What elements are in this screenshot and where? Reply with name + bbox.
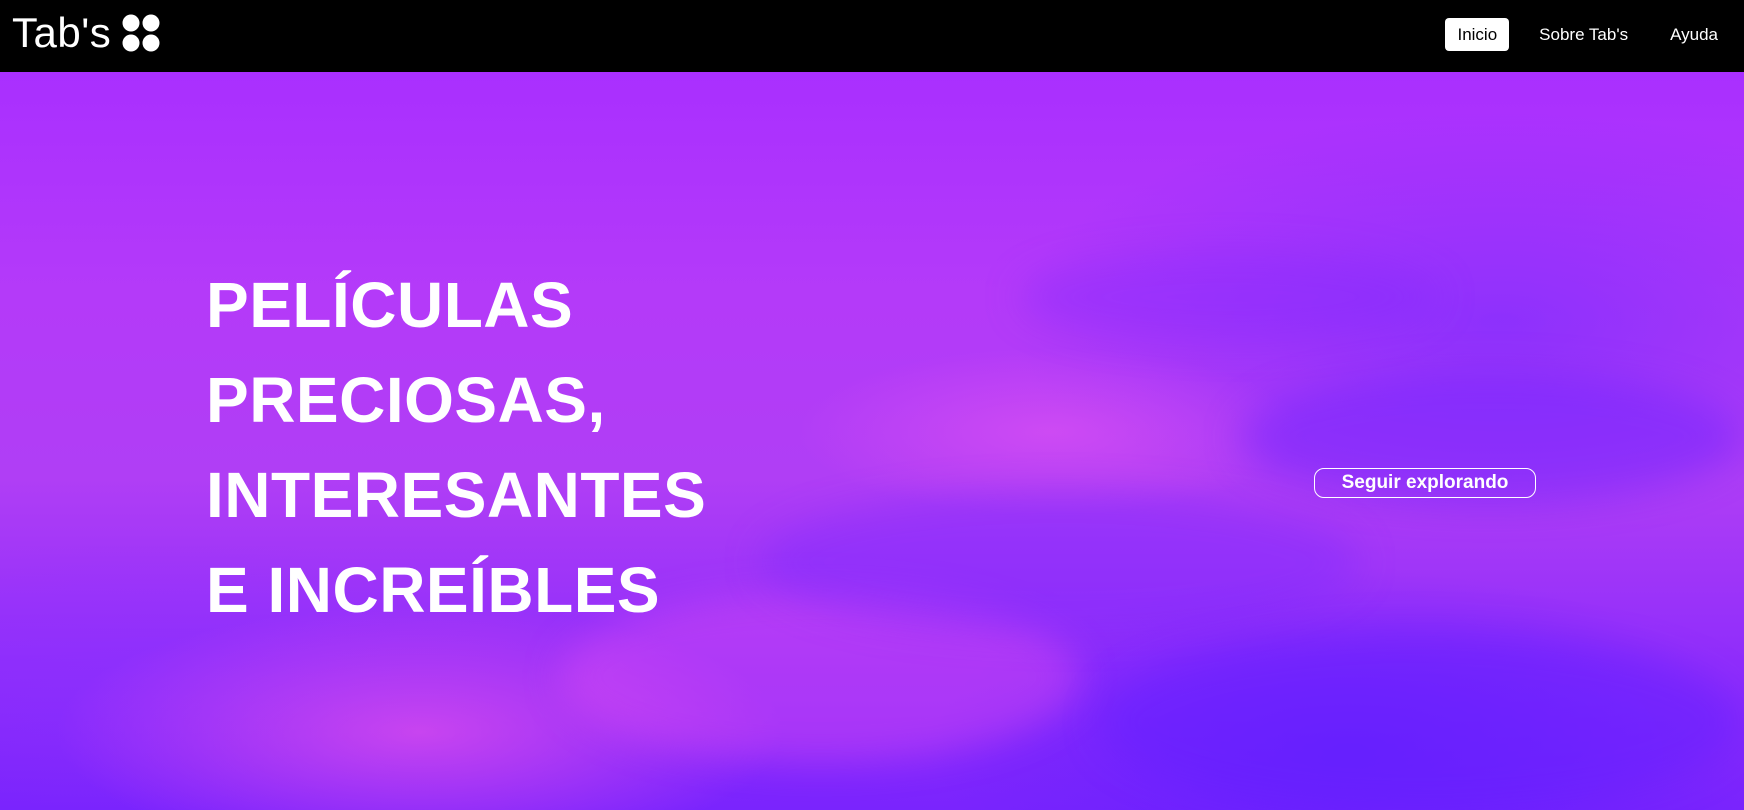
nav-sobre-tabs[interactable]: Sobre Tab's [1527, 18, 1640, 51]
nav-ayuda[interactable]: Ayuda [1658, 18, 1730, 51]
seguir-explorando-button[interactable]: Seguir explorando [1314, 468, 1536, 498]
cloud-decoration [1100, 632, 1740, 810]
nav-inicio[interactable]: Inicio [1445, 18, 1510, 51]
four-circles-logo-icon [122, 14, 160, 52]
main-nav: Inicio Sobre Tab's Ayuda [1445, 18, 1730, 51]
headline-line-1: PELÍCULAS [206, 269, 574, 341]
hero-headline: PELÍCULAS PRECIOSAS, INTERESANTES E INCR… [206, 258, 706, 638]
brand-link[interactable]: Tab's [12, 12, 161, 54]
cloud-decoration [760, 492, 1360, 632]
top-navbar: Tab's Inicio Sobre Tab's Ayuda [0, 0, 1744, 72]
brand-name: Tab's [12, 9, 112, 56]
headline-line-4: E INCREÍBLES [206, 554, 661, 626]
cloud-decoration [1020, 252, 1440, 342]
headline-line-3: INTERESANTES [206, 459, 707, 531]
headline-line-2: PRECIOSAS, [206, 364, 606, 436]
page: Tab's Inicio Sobre Tab's Ayuda PELÍCULAS… [0, 0, 1744, 810]
hero-section: PELÍCULAS PRECIOSAS, INTERESANTES E INCR… [0, 72, 1744, 810]
